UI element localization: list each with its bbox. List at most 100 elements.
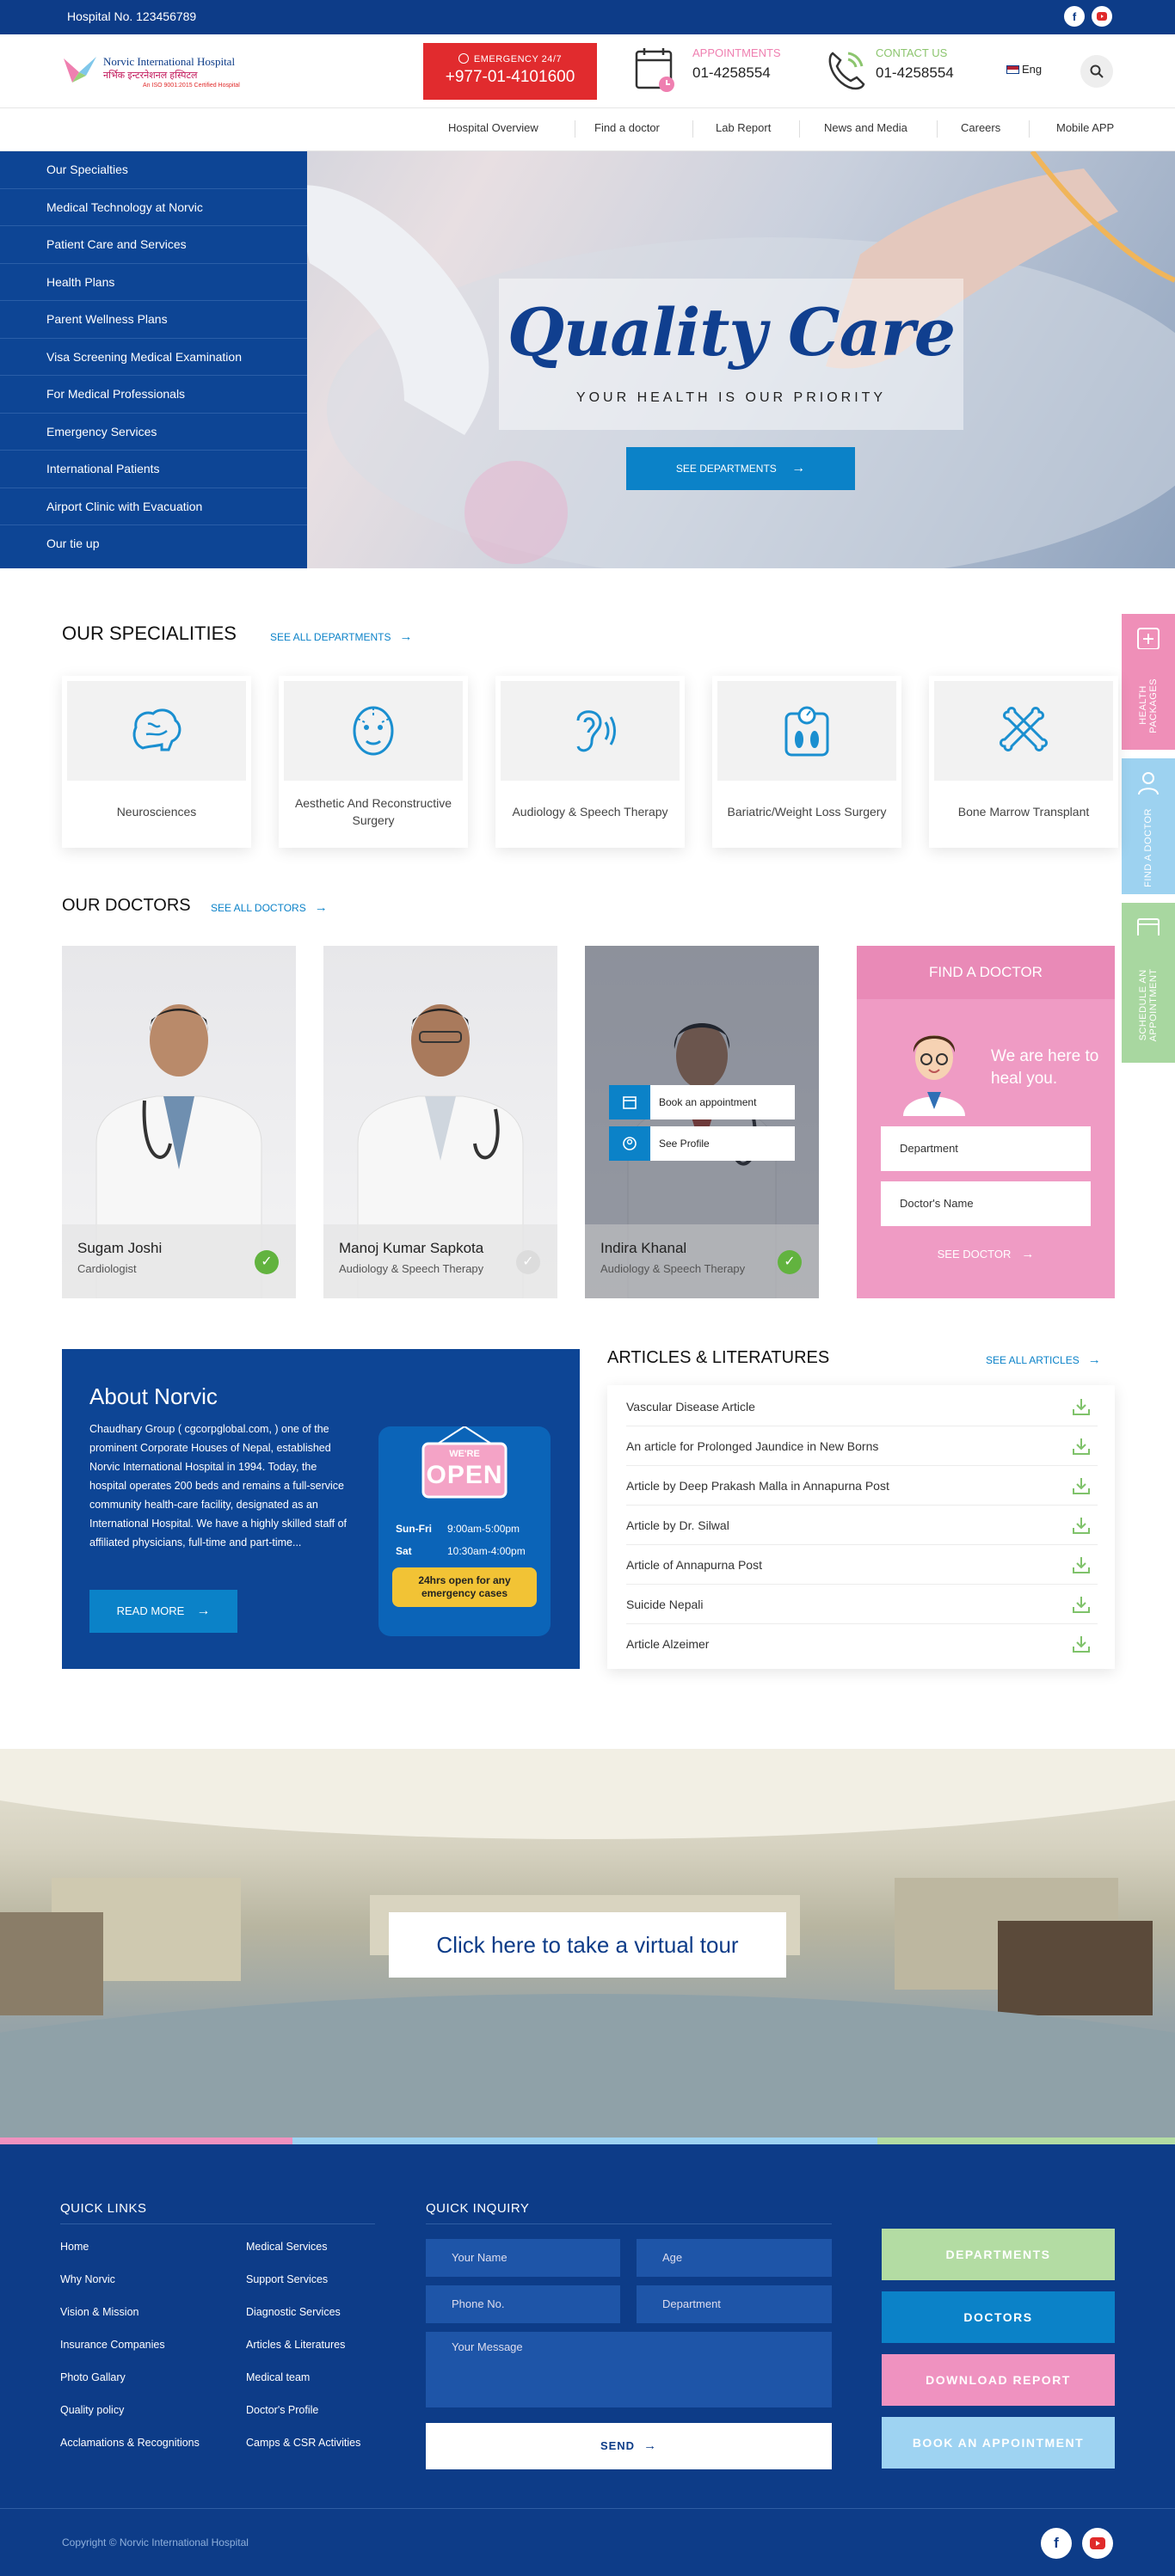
footer-link-insurance[interactable]: Insurance Companies (60, 2339, 165, 2351)
article-item[interactable]: An article for Prolonged Jaundice in New… (626, 1426, 1098, 1466)
sidemenu-item-patient-care[interactable]: Patient Care and Services (0, 226, 307, 264)
arrow-right-icon: → (643, 2438, 658, 2453)
footer-link-articles[interactable]: Articles & Literatures (246, 2339, 345, 2351)
download-icon[interactable] (1072, 1635, 1091, 1653)
footer-link-diagnostic-services[interactable]: Diagnostic Services (246, 2306, 341, 2318)
download-report-button[interactable]: DOWNLOAD REPORT (882, 2354, 1115, 2406)
bone-icon (1000, 707, 1048, 751)
speciality-card[interactable]: Neurosciences (62, 676, 251, 848)
contact-us[interactable]: CONTACT US 01-4258554 (876, 46, 954, 82)
doctors-button[interactable]: DOCTORS (882, 2291, 1115, 2343)
facebook-icon[interactable]: f (1064, 6, 1085, 27)
download-icon[interactable] (1072, 1476, 1091, 1495)
weight-scale-icon (784, 706, 829, 757)
download-icon[interactable] (1072, 1437, 1091, 1456)
name-input[interactable]: Your Name (426, 2239, 620, 2277)
footer-link-camps-csr[interactable]: Camps & CSR Activities (246, 2437, 360, 2449)
message-textarea[interactable]: Your Message (426, 2332, 832, 2407)
see-all-departments-link[interactable]: SEE ALL DEPARTMENTS → (270, 629, 413, 644)
footer-link-medical-services[interactable]: Medical Services (246, 2241, 327, 2253)
book-appointment-button[interactable]: BOOK AN APPOINTMENT (882, 2417, 1115, 2469)
schedule-appointment-tab[interactable]: SCHEDULE AN APPOINTMENT (1122, 903, 1175, 1063)
check-icon: ✓ (255, 1250, 279, 1274)
find-a-doctor-tab[interactable]: FIND A DOCTOR (1122, 758, 1175, 894)
sidemenu-item-visa-screening[interactable]: Visa Screening Medical Examination (0, 339, 307, 376)
doctor-card[interactable]: Book an appointment See Profile Indira K… (585, 946, 819, 1298)
read-more-button[interactable]: READ MORE → (89, 1590, 237, 1633)
see-departments-button[interactable]: SEE DEPARTMENTS → (626, 447, 855, 490)
footer-link-acclamations[interactable]: Acclamations & Recognitions (60, 2437, 200, 2449)
send-button[interactable]: SEND → (426, 2423, 832, 2469)
search-icon (1090, 64, 1104, 78)
footer-link-doctors-profile[interactable]: Doctor's Profile (246, 2404, 318, 2416)
language-selector[interactable]: Eng (1006, 63, 1042, 76)
nav-news-and-media[interactable]: News and Media (824, 121, 907, 134)
nav-lab-report[interactable]: Lab Report (716, 121, 771, 134)
speciality-image (501, 681, 680, 781)
speciality-card[interactable]: Bone Marrow Transplant (929, 676, 1118, 848)
doctor-name-input[interactable]: Doctor's Name (881, 1181, 1091, 1226)
article-item[interactable]: Suicide Nepali (626, 1585, 1098, 1624)
footer-link-quality-policy[interactable]: Quality policy (60, 2404, 124, 2416)
youtube-icon[interactable] (1082, 2528, 1113, 2559)
search-button[interactable] (1080, 55, 1113, 88)
footer-link-home[interactable]: Home (60, 2241, 89, 2253)
sidemenu-item-medical-technology[interactable]: Medical Technology at Norvic (0, 189, 307, 226)
nav-mobile-app[interactable]: Mobile APP (1056, 121, 1114, 134)
sidemenu-item-airport-clinic[interactable]: Airport Clinic with Evacuation (0, 488, 307, 525)
doctor-card[interactable]: Manoj Kumar Sapkota Audiology & Speech T… (323, 946, 557, 1298)
hours-time: 10:30am-4:00pm (447, 1545, 526, 1557)
sidemenu-item-health-plans[interactable]: Health Plans (0, 264, 307, 301)
see-profile-button[interactable]: See Profile (609, 1126, 795, 1161)
article-item[interactable]: Article Alzeimer (626, 1624, 1098, 1664)
facebook-icon[interactable]: f (1041, 2528, 1072, 2559)
download-icon[interactable] (1072, 1397, 1091, 1416)
sidemenu-item-our-specialties[interactable]: Our Specialties (0, 151, 307, 189)
book-appointment-button[interactable]: Book an appointment (609, 1085, 795, 1119)
download-icon[interactable] (1072, 1595, 1091, 1614)
see-doctor-button[interactable]: SEE DOCTOR → (857, 1247, 1115, 1261)
speciality-label: Bariatric/Weight Loss Surgery (727, 805, 887, 819)
see-all-doctors-link[interactable]: SEE ALL DOCTORS → (211, 900, 328, 915)
departments-button[interactable]: DEPARTMENTS (882, 2229, 1115, 2280)
footer-link-photo-gallery[interactable]: Photo Gallary (60, 2371, 126, 2383)
sidemenu-item-parent-wellness[interactable]: Parent Wellness Plans (0, 301, 307, 339)
sidemenu-item-emergency-services[interactable]: Emergency Services (0, 414, 307, 451)
face-icon (353, 706, 394, 756)
footer-link-support-services[interactable]: Support Services (246, 2273, 328, 2285)
phone-input[interactable]: Phone No. (426, 2285, 620, 2323)
download-icon[interactable] (1072, 1516, 1091, 1535)
see-all-articles-link[interactable]: SEE ALL ARTICLES → (986, 1352, 1101, 1367)
nav-careers[interactable]: Careers (961, 121, 1000, 134)
divider (60, 2223, 375, 2224)
hospital-logo[interactable]: Norvic International Hospital नर्भिक इन्… (60, 46, 258, 96)
speciality-card[interactable]: Aesthetic And Reconstructive Surgery (279, 676, 468, 848)
age-input[interactable]: Age (637, 2239, 832, 2277)
article-item[interactable]: Article by Dr. Silwal (626, 1506, 1098, 1545)
sidemenu-item-our-tie-up[interactable]: Our tie up (0, 525, 307, 563)
doctor-info: Indira Khanal Audiology & Speech Therapy… (585, 1224, 819, 1298)
nav-find-a-doctor[interactable]: Find a doctor (594, 121, 660, 134)
sidemenu-item-international-patients[interactable]: International Patients (0, 451, 307, 488)
speciality-card[interactable]: Audiology & Speech Therapy (495, 676, 685, 848)
nav-hospital-overview[interactable]: Hospital Overview (448, 121, 538, 134)
footer-link-why-norvic[interactable]: Why Norvic (60, 2273, 115, 2285)
user-icon (609, 1126, 650, 1161)
download-icon[interactable] (1072, 1555, 1091, 1574)
footer-link-medical-team[interactable]: Medical team (246, 2371, 310, 2383)
article-item[interactable]: Vascular Disease Article (626, 1387, 1098, 1426)
youtube-icon[interactable] (1092, 6, 1112, 27)
appointments-contact[interactable]: APPOINTMENTS 01-4258554 (692, 46, 781, 82)
doctor-card[interactable]: Sugam Joshi Cardiologist ✓ (62, 946, 296, 1298)
department-input[interactable]: Department (637, 2285, 832, 2323)
virtual-tour-button[interactable]: Click here to take a virtual tour (389, 1912, 786, 1978)
hours-day: Sun-Fri (396, 1523, 432, 1535)
speciality-card[interactable]: Bariatric/Weight Loss Surgery (712, 676, 901, 848)
sidemenu-item-medical-professionals[interactable]: For Medical Professionals (0, 376, 307, 414)
article-item[interactable]: Article by Deep Prakash Malla in Annapur… (626, 1466, 1098, 1506)
health-packages-tab[interactable]: HEALTH PACKAGES (1122, 614, 1175, 750)
emergency-contact[interactable]: EMERGENCY 24/7 +977-01-4101600 (423, 43, 597, 100)
department-select[interactable]: Department (881, 1126, 1091, 1171)
article-item[interactable]: Article of Annapurna Post (626, 1545, 1098, 1585)
footer-link-vision-mission[interactable]: Vision & Mission (60, 2306, 138, 2318)
